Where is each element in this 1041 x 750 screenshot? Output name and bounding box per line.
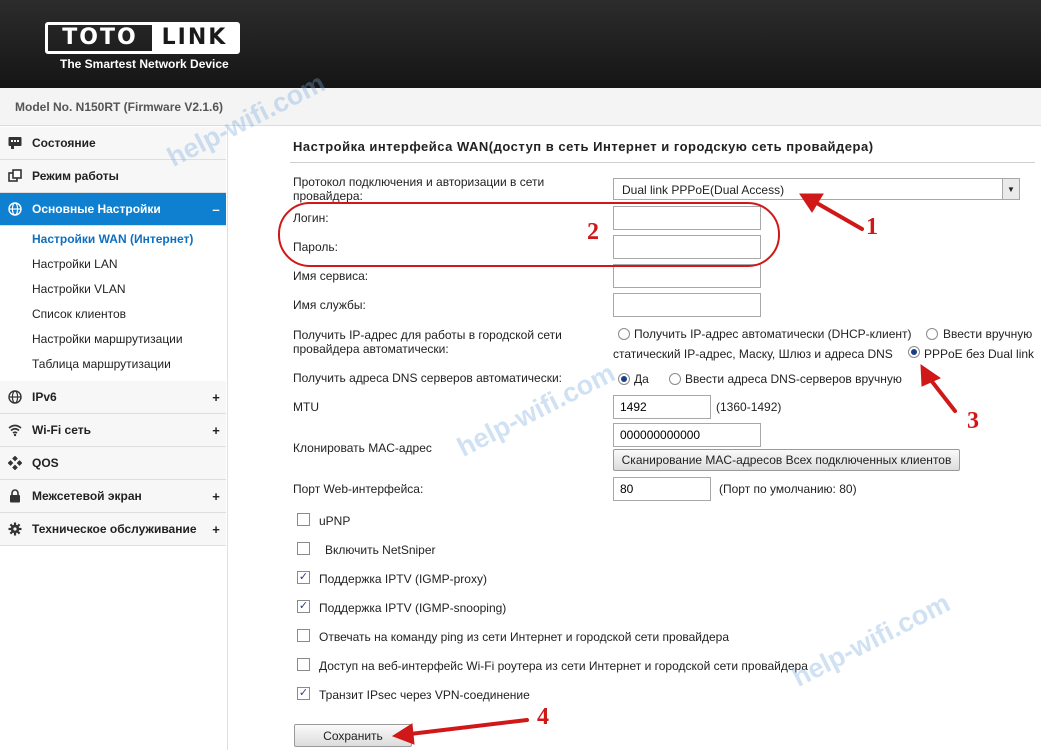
sidebar-item-label: Wi-Fi сеть xyxy=(32,423,91,437)
protocol-label-cont: провайдера: xyxy=(293,189,363,203)
password-input[interactable] xyxy=(613,235,761,259)
sidebar-item-label: Техническое обслуживание xyxy=(32,522,197,536)
wifi-icon xyxy=(8,423,22,437)
save-button[interactable]: Сохранить xyxy=(294,724,412,747)
sidebar-item-ipv6[interactable]: IPv6 + xyxy=(0,381,226,414)
checkbox-ipsec-passthrough-label: Транзит IPsec через VPN-соединение xyxy=(319,688,530,702)
status-icon xyxy=(8,136,22,150)
globe-icon xyxy=(8,202,22,216)
sidebar-item-label: QOS xyxy=(32,456,59,470)
ip-auto-label-cont: провайдера автоматически: xyxy=(293,342,449,356)
sidebar-item-maintenance[interactable]: Техническое обслуживание + xyxy=(0,513,226,546)
tagline: The Smartest Network Device xyxy=(60,57,229,71)
radio-dns-auto-label: Да xyxy=(634,372,649,386)
sidebar-subitem-clients[interactable]: Список клиентов xyxy=(32,307,126,321)
sidebar-item-basic-settings[interactable]: Основные Настройки – xyxy=(0,193,226,226)
scan-mac-button[interactable]: Сканирование MAC-адресов Всех подключенн… xyxy=(613,449,960,471)
checkbox-ping-reply[interactable] xyxy=(297,629,310,642)
web-port-note: (Порт по умолчанию: 80) xyxy=(719,482,857,496)
web-port-label: Порт Web-интерфейса: xyxy=(293,482,424,496)
dns-auto-label: Получить адреса DNS серверов автоматичес… xyxy=(293,371,562,385)
ip-auto-label: Получить IP-адрес для работы в городской… xyxy=(293,328,562,342)
mtu-range-note: (1360-1492) xyxy=(716,400,782,414)
lock-icon xyxy=(8,489,22,503)
checkbox-upnp[interactable] xyxy=(297,513,310,526)
main-content: Настройка интерфейса WAN(доступ в сеть И… xyxy=(228,127,1041,750)
sidebar-item-status[interactable]: Состояние xyxy=(0,127,226,160)
radio-dns-manual-label: Ввести адреса DNS-серверов вручную xyxy=(685,372,902,386)
checkbox-netsniper[interactable] xyxy=(297,542,310,555)
checkbox-netsniper-label: Включить NetSniper xyxy=(325,543,436,557)
password-label: Пароль: xyxy=(293,240,338,254)
checkbox-upnp-label: uPNP xyxy=(319,514,351,528)
expand-icon: + xyxy=(212,488,220,504)
checkbox-remote-web-access[interactable] xyxy=(297,658,310,671)
radio-ip-manual-label: Ввести вручную xyxy=(943,327,1033,341)
radio-dns-auto[interactable] xyxy=(618,373,630,385)
checkbox-ping-reply-label: Отвечать на команду ping из сети Интерне… xyxy=(319,630,730,644)
sidebar-item-label: IPv6 xyxy=(32,390,57,404)
ipv6-globe-icon xyxy=(8,390,22,404)
sidebar-item-label: Состояние xyxy=(32,136,96,150)
model-number: Model No. N150RT (Firmware V2.1.6) xyxy=(15,100,224,114)
sidebar-subitem-vlan[interactable]: Настройки VLAN xyxy=(32,282,126,296)
login-label: Логин: xyxy=(293,211,329,225)
sidebar-subitem-routing-table[interactable]: Таблица маршрутизации xyxy=(32,357,171,371)
radio-ip-dhcp[interactable] xyxy=(618,328,630,340)
header: TOTO LINK The Smartest Network Device xyxy=(0,0,1041,88)
logo-right-text: LINK xyxy=(152,25,237,51)
mtu-label: MTU xyxy=(293,400,319,414)
radio-dns-manual[interactable] xyxy=(669,373,681,385)
sidebar-subitem-lan[interactable]: Настройки LAN xyxy=(32,257,118,271)
protocol-select[interactable]: Dual link PPPoE(Dual Access) ▼ xyxy=(613,178,1020,200)
logo-left-text: TOTO xyxy=(62,25,138,50)
protocol-select-value: Dual link PPPoE(Dual Access) xyxy=(622,183,785,197)
radio-ip-manual[interactable] xyxy=(926,328,938,340)
checkbox-iptv-snooping[interactable]: ✓ xyxy=(297,600,310,613)
sidebar-item-label: Межсетевой экран xyxy=(32,489,142,503)
sidebar-subitem-wan[interactable]: Настройки WAN (Интернет) xyxy=(32,232,193,246)
expand-icon: + xyxy=(212,389,220,405)
sidebar-item-qos[interactable]: QOS xyxy=(0,447,226,480)
login-input[interactable] xyxy=(613,206,761,230)
checkbox-iptv-proxy-label: Поддержка IPTV (IGMP-proxy) xyxy=(319,572,487,586)
model-bar: Model No. N150RT (Firmware V2.1.6) xyxy=(0,88,1041,126)
chevron-down-icon[interactable]: ▼ xyxy=(1002,179,1019,199)
divider xyxy=(290,162,1035,163)
collapse-icon: – xyxy=(212,201,220,217)
sidebar-subitem-routing-settings[interactable]: Настройки маршрутизации xyxy=(32,332,183,346)
radio-ip-pppoe[interactable] xyxy=(908,346,920,358)
mtu-input[interactable] xyxy=(613,395,711,419)
service2-name-input[interactable] xyxy=(613,293,761,317)
sidebar-item-firewall[interactable]: Межсетевой экран + xyxy=(0,480,226,513)
service-name-label: Имя сервиса: xyxy=(293,269,369,283)
radio-ip-pppoe-label: PPPoE без Dual link xyxy=(924,347,1035,361)
checkbox-remote-web-access-label: Доступ на веб-интерфейс Wi-Fi роутера из… xyxy=(319,659,808,673)
logo: TOTO LINK xyxy=(45,22,240,54)
protocol-label: Протокол подключения и авторизации в сет… xyxy=(293,175,545,189)
sidebar-item-wifi[interactable]: Wi-Fi сеть + xyxy=(0,414,226,447)
web-port-input[interactable] xyxy=(613,477,711,501)
checkbox-ipsec-passthrough[interactable]: ✓ xyxy=(297,687,310,700)
checkbox-iptv-proxy[interactable]: ✓ xyxy=(297,571,310,584)
radio-ip-dhcp-label: Получить IP-адрес автоматически (DHCP-кл… xyxy=(634,327,912,341)
sidebar-item-label: Режим работы xyxy=(32,169,119,183)
expand-icon: + xyxy=(212,521,220,537)
expand-icon: + xyxy=(212,422,220,438)
gear-icon xyxy=(8,522,22,536)
sidebar-item-mode[interactable]: Режим работы xyxy=(0,160,226,193)
sidebar: Состояние Режим работы Основные Настройк… xyxy=(0,127,228,750)
service2-name-label: Имя службы: xyxy=(293,298,366,312)
mode-icon xyxy=(8,169,22,183)
mac-address-input[interactable] xyxy=(613,423,761,447)
qos-icon xyxy=(8,456,22,470)
service-name-input[interactable] xyxy=(613,264,761,288)
sidebar-item-label: Основные Настройки xyxy=(32,202,161,216)
mac-clone-label: Клонировать MAC-адрес xyxy=(293,441,432,455)
checkbox-iptv-snooping-label: Поддержка IPTV (IGMP-snooping) xyxy=(319,601,507,615)
radio-ip-manual-label-cont: статический IP-адрес, Маску, Шлюз и адре… xyxy=(613,347,893,361)
page-title: Настройка интерфейса WAN(доступ в сеть И… xyxy=(293,139,874,154)
